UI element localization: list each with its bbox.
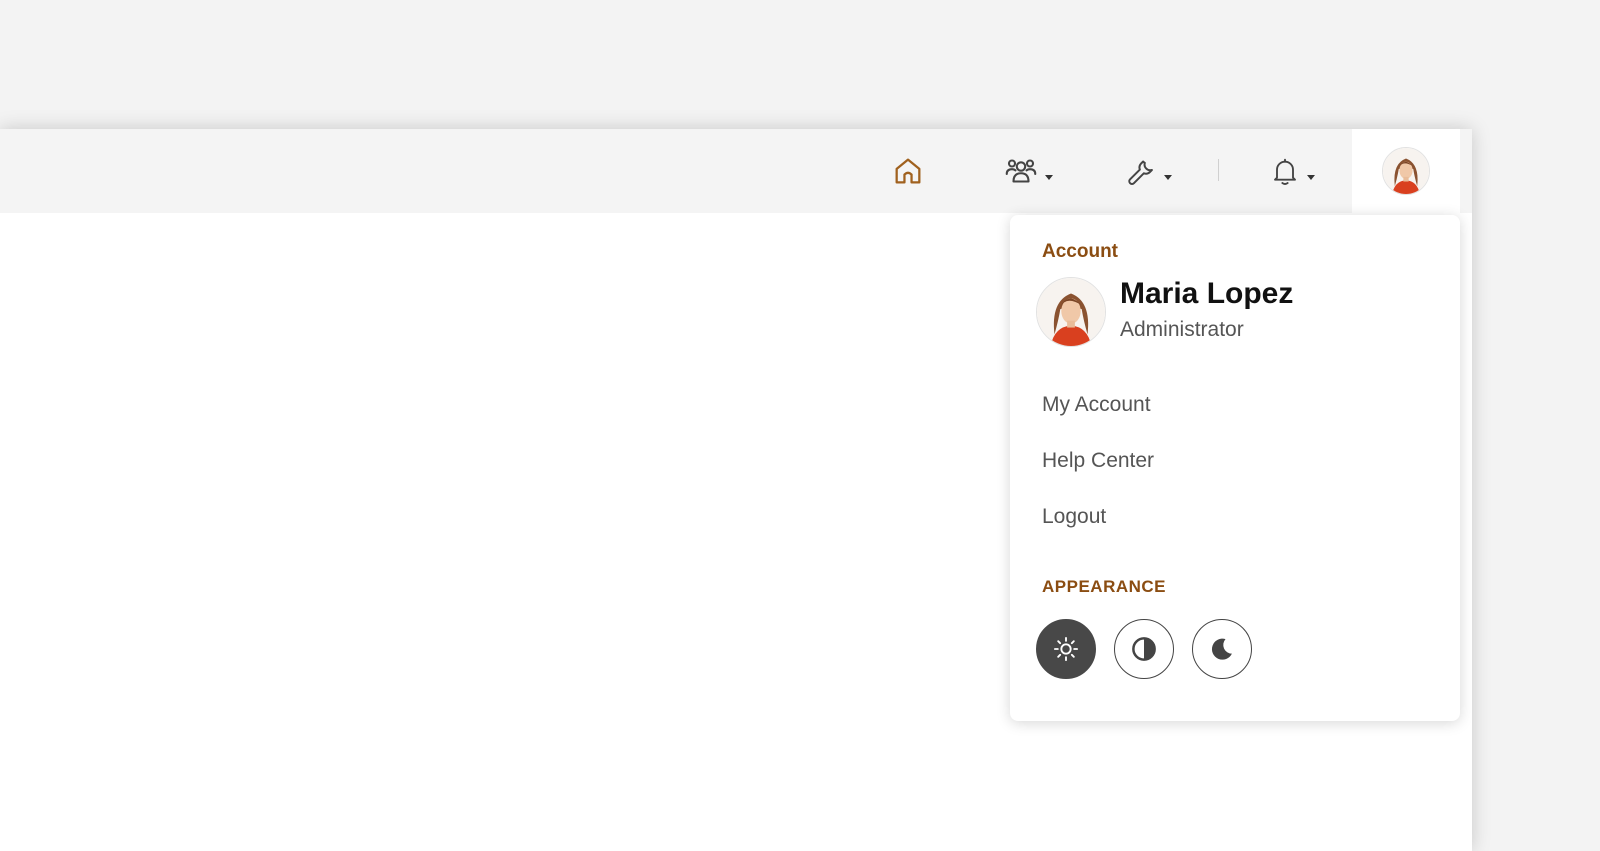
- users-menu-button[interactable]: [996, 147, 1060, 195]
- moon-icon: [1211, 638, 1232, 660]
- user-avatar-button[interactable]: [1352, 129, 1460, 213]
- appearance-section-title: APPEARANCE: [1042, 577, 1167, 596]
- profile-avatar: [1036, 277, 1106, 347]
- user-avatar: [1382, 147, 1430, 195]
- chevron-down-icon: [1307, 174, 1315, 180]
- profile-name: Maria Lopez: [1120, 277, 1294, 310]
- tools-menu-button[interactable]: [1118, 147, 1178, 195]
- users-icon: [1005, 159, 1037, 183]
- account-section-title: Account: [1042, 241, 1118, 262]
- notifications-menu-button[interactable]: [1262, 147, 1322, 195]
- my-account-link[interactable]: My Account: [1042, 393, 1151, 417]
- home-button[interactable]: [888, 147, 928, 195]
- logout-link[interactable]: Logout: [1042, 505, 1106, 529]
- nav-divider: [1218, 159, 1219, 181]
- contrast-theme-button[interactable]: [1114, 619, 1174, 679]
- top-navigation-bar: [0, 129, 1472, 213]
- light-theme-button[interactable]: [1036, 619, 1096, 679]
- bell-icon: [1274, 158, 1296, 185]
- home-icon: [895, 158, 921, 184]
- account-dropdown: Account Maria Lopez Administrator My Acc…: [1010, 215, 1460, 721]
- wrench-icon: [1128, 160, 1153, 185]
- chevron-down-icon: [1164, 174, 1172, 180]
- dark-theme-button[interactable]: [1192, 619, 1252, 679]
- profile-role: Administrator: [1120, 318, 1244, 341]
- sun-icon: [1053, 636, 1079, 662]
- contrast-icon: [1132, 637, 1156, 661]
- chevron-down-icon: [1045, 174, 1053, 180]
- help-center-link[interactable]: Help Center: [1042, 449, 1154, 473]
